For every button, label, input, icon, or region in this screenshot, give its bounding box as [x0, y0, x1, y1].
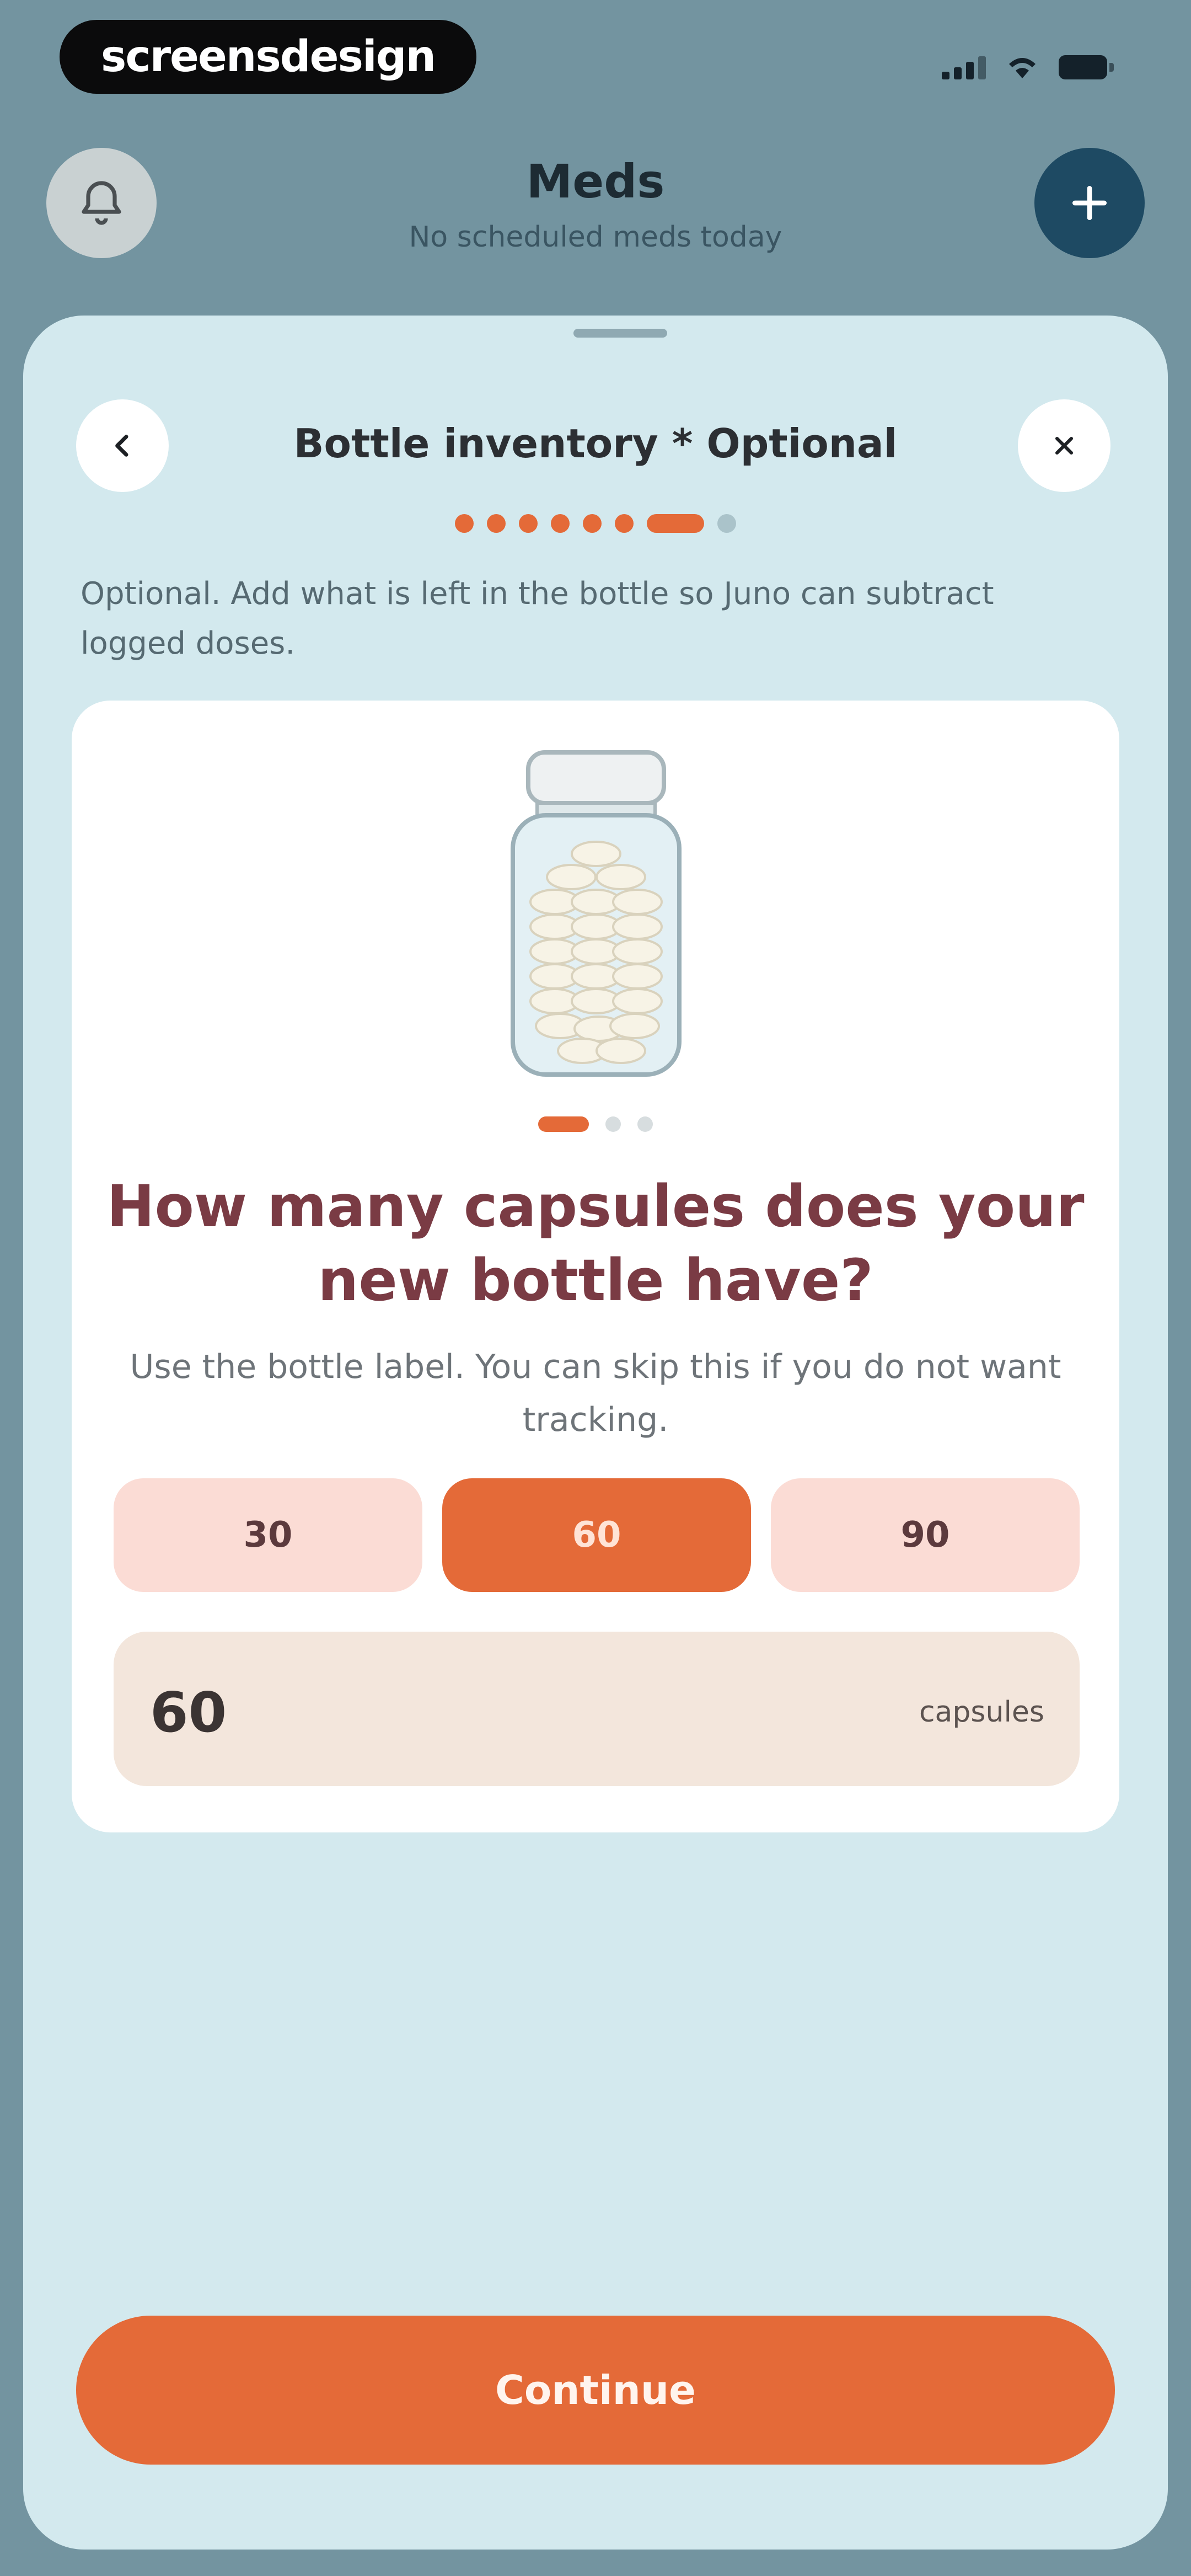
progress-step-dot [519, 514, 538, 533]
back-button[interactable] [76, 399, 169, 492]
capsule-count-input[interactable]: 60 capsules [114, 1632, 1080, 1786]
option-30-button[interactable]: 30 [114, 1478, 422, 1592]
pager-dot[interactable] [538, 1116, 589, 1132]
option-60-button[interactable]: 60 [442, 1478, 751, 1592]
brand-badge: screensdesign [60, 20, 476, 94]
bottle-inventory-sheet: Bottle inventory * Optional Optional. Ad… [23, 316, 1168, 2550]
sheet-grabber[interactable] [573, 329, 667, 338]
sheet-title: Bottle inventory * Optional [293, 420, 898, 467]
chevron-left-icon [115, 435, 128, 457]
add-med-button[interactable] [1034, 148, 1145, 258]
pager-dot[interactable] [637, 1116, 653, 1132]
close-button[interactable] [1018, 399, 1110, 492]
progress-step-dot [551, 514, 570, 533]
page-subtitle: No scheduled meds today [409, 221, 782, 254]
step-progress [23, 514, 1168, 533]
battery-icon [1059, 55, 1114, 79]
illustration-pager [72, 1116, 1119, 1132]
status-icons [942, 51, 1114, 84]
continue-button[interactable]: Continue [76, 2316, 1115, 2465]
signal-icon [942, 55, 986, 79]
status-bar: screensdesign [0, 0, 1191, 121]
capsule-count-card: How many capsules does your new bottle h… [72, 701, 1119, 1832]
page-title: Meds [526, 154, 665, 209]
progress-step-dot [583, 514, 602, 533]
option-90-button[interactable]: 90 [771, 1478, 1080, 1592]
app-header: Meds No scheduled meds today [0, 132, 1191, 276]
plus-icon [1072, 186, 1107, 220]
pill-bottle-illustration [511, 750, 682, 1077]
capsule-hint: Use the bottle label. You can skip this … [130, 1348, 1061, 1439]
progress-step-dot [717, 514, 736, 533]
progress-step-dot [487, 514, 506, 533]
progress-step-dot [455, 514, 474, 533]
intro-text: Optional. Add what is left in the bottle… [81, 576, 994, 661]
pager-dot[interactable] [605, 1116, 621, 1132]
capsule-count-value: 60 [150, 1680, 227, 1745]
wifi-icon [1009, 58, 1036, 78]
close-icon [1055, 436, 1074, 455]
capsule-question: How many capsules does your new bottle h… [106, 1173, 1085, 1314]
capsule-unit-label: capsules [919, 1696, 1044, 1729]
progress-step-dot [615, 514, 634, 533]
progress-step-dot [647, 514, 704, 533]
